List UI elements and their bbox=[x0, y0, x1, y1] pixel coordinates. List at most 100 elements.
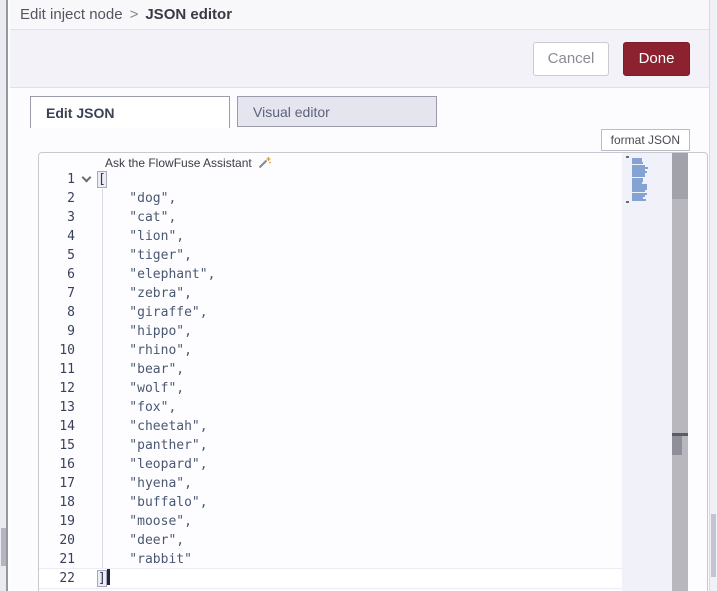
gutter-fold-column bbox=[75, 360, 98, 379]
gutter-fold-column[interactable] bbox=[75, 170, 98, 189]
line-number: 14 bbox=[59, 419, 75, 434]
code-text: "cheetah", bbox=[98, 419, 208, 434]
cancel-button[interactable]: Cancel bbox=[533, 41, 609, 76]
code-text: "deer", bbox=[98, 533, 185, 548]
gutter-fold-column bbox=[75, 493, 98, 512]
code-line[interactable]: 21 "rabbit" bbox=[39, 550, 622, 569]
done-button[interactable]: Done bbox=[623, 41, 690, 76]
code-text: "dog", bbox=[98, 191, 177, 206]
code-text: "rabbit" bbox=[98, 552, 192, 567]
background-left-strip bbox=[0, 0, 8, 591]
code-line[interactable]: 19 "moose", bbox=[39, 512, 622, 531]
line-number: 5 bbox=[67, 248, 75, 263]
line-number: 15 bbox=[59, 438, 75, 453]
code-line[interactable]: 6 "elephant", bbox=[39, 265, 622, 284]
code-line[interactable]: 22] bbox=[39, 569, 622, 588]
overview-ruler-decoration bbox=[672, 436, 682, 455]
code-text: "wolf", bbox=[98, 381, 185, 396]
code-line[interactable]: 17 "hyena", bbox=[39, 474, 622, 493]
code-line[interactable]: 2 "dog", bbox=[39, 189, 622, 208]
editor-scrollbar-track[interactable] bbox=[672, 153, 688, 591]
line-number: 22 bbox=[59, 571, 75, 586]
editor-tabs: Edit JSON Visual editor bbox=[30, 96, 437, 128]
code-line[interactable]: 18 "buffalo", bbox=[39, 493, 622, 512]
breadcrumb: Edit inject node > JSON editor bbox=[10, 0, 717, 30]
page-scrollbar-thumb[interactable] bbox=[711, 514, 716, 577]
code-line[interactable]: 3 "cat", bbox=[39, 208, 622, 227]
editor-scrollbar-thumb[interactable] bbox=[672, 153, 688, 199]
breadcrumb-current: JSON editor bbox=[145, 6, 233, 23]
code-line[interactable]: 14 "cheetah", bbox=[39, 417, 622, 436]
code-text: "tiger", bbox=[98, 248, 192, 263]
line-number: 18 bbox=[59, 495, 75, 510]
minimap[interactable] bbox=[622, 153, 672, 591]
gutter-fold-column bbox=[75, 208, 98, 227]
code-line[interactable]: 10 "rhino", bbox=[39, 341, 622, 360]
code-line[interactable]: 8 "giraffe", bbox=[39, 303, 622, 322]
code-line[interactable]: 13 "fox", bbox=[39, 398, 622, 417]
gutter-fold-column bbox=[75, 417, 98, 436]
gutter-fold-column bbox=[75, 398, 98, 417]
format-json-button[interactable]: format JSON bbox=[600, 129, 690, 151]
gutter-fold-column bbox=[75, 569, 98, 588]
gutter-fold-column bbox=[75, 379, 98, 398]
gutter-fold-column bbox=[75, 341, 98, 360]
code-line[interactable]: 9 "hippo", bbox=[39, 322, 622, 341]
code-line[interactable]: 20 "deer", bbox=[39, 531, 622, 550]
code-line[interactable]: 11 "bear", bbox=[39, 360, 622, 379]
line-number: 21 bbox=[59, 552, 75, 567]
breadcrumb-parent[interactable]: Edit inject node bbox=[20, 6, 123, 23]
left-scrollbar-thumb[interactable] bbox=[1, 528, 6, 566]
code-editor[interactable]: Ask the FlowFuse Assistant 1[2 "dog", 3 "… bbox=[38, 152, 708, 591]
gutter-fold-column bbox=[75, 474, 98, 493]
gutter-fold-column bbox=[75, 246, 98, 265]
line-number: 3 bbox=[67, 210, 75, 225]
line-number: 4 bbox=[67, 229, 75, 244]
code-text: "moose", bbox=[98, 514, 192, 529]
text-cursor bbox=[106, 569, 110, 585]
code-text: "giraffe", bbox=[98, 305, 208, 320]
gutter-fold-column bbox=[75, 322, 98, 341]
line-number: 7 bbox=[67, 286, 75, 301]
code-text: "hippo", bbox=[98, 324, 192, 339]
code-text: "cat", bbox=[98, 210, 177, 225]
editor-content-area: Edit JSON Visual editor format JSON Ask … bbox=[10, 88, 717, 591]
code-line[interactable]: 5 "tiger", bbox=[39, 246, 622, 265]
code-text: "elephant", bbox=[98, 267, 216, 282]
gutter-fold-column bbox=[75, 189, 98, 208]
line-number: 2 bbox=[67, 191, 75, 206]
code-text: ] bbox=[97, 569, 110, 588]
gutter-fold-column bbox=[75, 531, 98, 550]
line-number: 16 bbox=[59, 457, 75, 472]
code-line[interactable]: 16 "leopard", bbox=[39, 455, 622, 474]
gutter-fold-column bbox=[75, 512, 98, 531]
gutter-fold-column bbox=[75, 265, 98, 284]
code-line[interactable]: 1[ bbox=[39, 170, 622, 189]
line-number: 10 bbox=[59, 343, 75, 358]
line-number: 19 bbox=[59, 514, 75, 529]
code-text: "leopard", bbox=[98, 457, 208, 472]
gutter-fold-column bbox=[75, 436, 98, 455]
line-number: 6 bbox=[67, 267, 75, 282]
flowfuse-assistant-widget[interactable]: Ask the FlowFuse Assistant bbox=[105, 154, 271, 171]
chevron-down-icon bbox=[81, 172, 92, 183]
code-lines[interactable]: 1[2 "dog", 3 "cat", 4 "lion", 5 "tiger", 6 "… bbox=[39, 170, 622, 588]
tab-visual-editor[interactable]: Visual editor bbox=[237, 96, 437, 127]
line-number: 11 bbox=[59, 362, 75, 377]
line-number: 12 bbox=[59, 381, 75, 396]
code-text: "rhino", bbox=[98, 343, 192, 358]
open-bracket: [ bbox=[97, 171, 107, 188]
gutter-fold-column bbox=[75, 303, 98, 322]
code-text: "lion", bbox=[98, 229, 185, 244]
close-bracket: ] bbox=[97, 570, 107, 587]
code-line[interactable]: 12 "wolf", bbox=[39, 379, 622, 398]
page-scrollbar-track[interactable] bbox=[709, 0, 717, 591]
code-line[interactable]: 7 "zebra", bbox=[39, 284, 622, 303]
code-text: "hyena", bbox=[98, 476, 192, 491]
magic-wand-icon bbox=[258, 156, 271, 168]
line-number: 13 bbox=[59, 400, 75, 415]
code-line[interactable]: 15 "panther", bbox=[39, 436, 622, 455]
code-line[interactable]: 4 "lion", bbox=[39, 227, 622, 246]
code-text: "zebra", bbox=[98, 286, 192, 301]
tab-edit-json[interactable]: Edit JSON bbox=[30, 96, 230, 128]
